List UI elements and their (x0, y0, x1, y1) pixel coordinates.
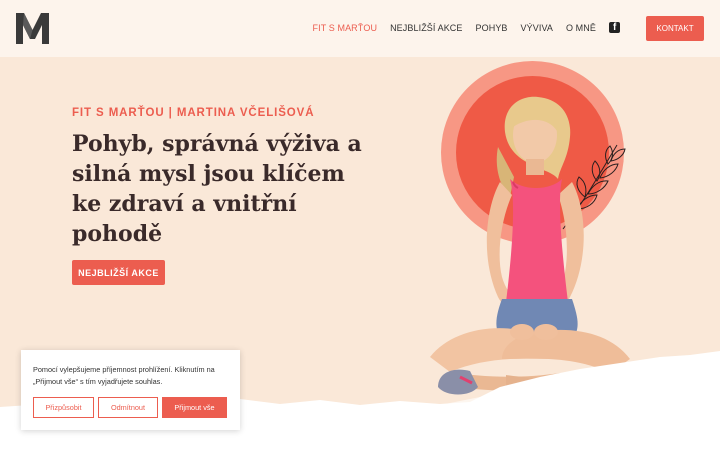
cookie-accept-button[interactable]: Přijmout vše (162, 397, 227, 418)
page: FIT S MARŤOU NEJBLIŽŠÍ AKCE POHYB VÝVIVA… (0, 0, 720, 450)
cookie-consent-text: Pomocí vylepšujeme příjemnost prohlížení… (33, 365, 215, 386)
hero-headline: Pohyb, správná výživa a silná mysl jsou … (72, 131, 362, 247)
cookie-customize-button[interactable]: Přizpůsobit (33, 397, 94, 418)
logo[interactable] (16, 13, 49, 44)
nav-item-nejblizsi-akce[interactable]: NEJBLIŽŠÍ AKCE (390, 23, 462, 33)
cookie-consent-panel: Pomocí vylepšujeme příjemnost prohlížení… (21, 350, 240, 430)
nav-item-pohyb[interactable]: POHYB (476, 23, 508, 33)
site-header: FIT S MARŤOU NEJBLIŽŠÍ AKCE POHYB VÝVIVA… (0, 0, 720, 57)
facebook-icon[interactable]: f (609, 22, 620, 33)
contact-button[interactable]: KONTAKT (646, 16, 704, 41)
main-nav: FIT S MARŤOU NEJBLIŽŠÍ AKCE POHYB VÝVIVA… (300, 22, 620, 33)
hero-subtitle: FIT S MARŤOU | MARTINA VČELIŠOVÁ (72, 107, 315, 119)
nav-item-fit-s-martou[interactable]: FIT S MARŤOU (313, 23, 378, 33)
nav-item-vyziva[interactable]: VÝVIVA (521, 23, 553, 33)
cookie-consent-buttons: Přizpůsobit Odmítnout Přijmout vše (33, 397, 227, 418)
cookie-reject-button[interactable]: Odmítnout (98, 397, 158, 418)
nav-item-o-mne[interactable]: O MNĚ (566, 23, 596, 33)
hero-cta-button[interactable]: NEJBLIŽŠÍ AKCE (72, 260, 165, 285)
